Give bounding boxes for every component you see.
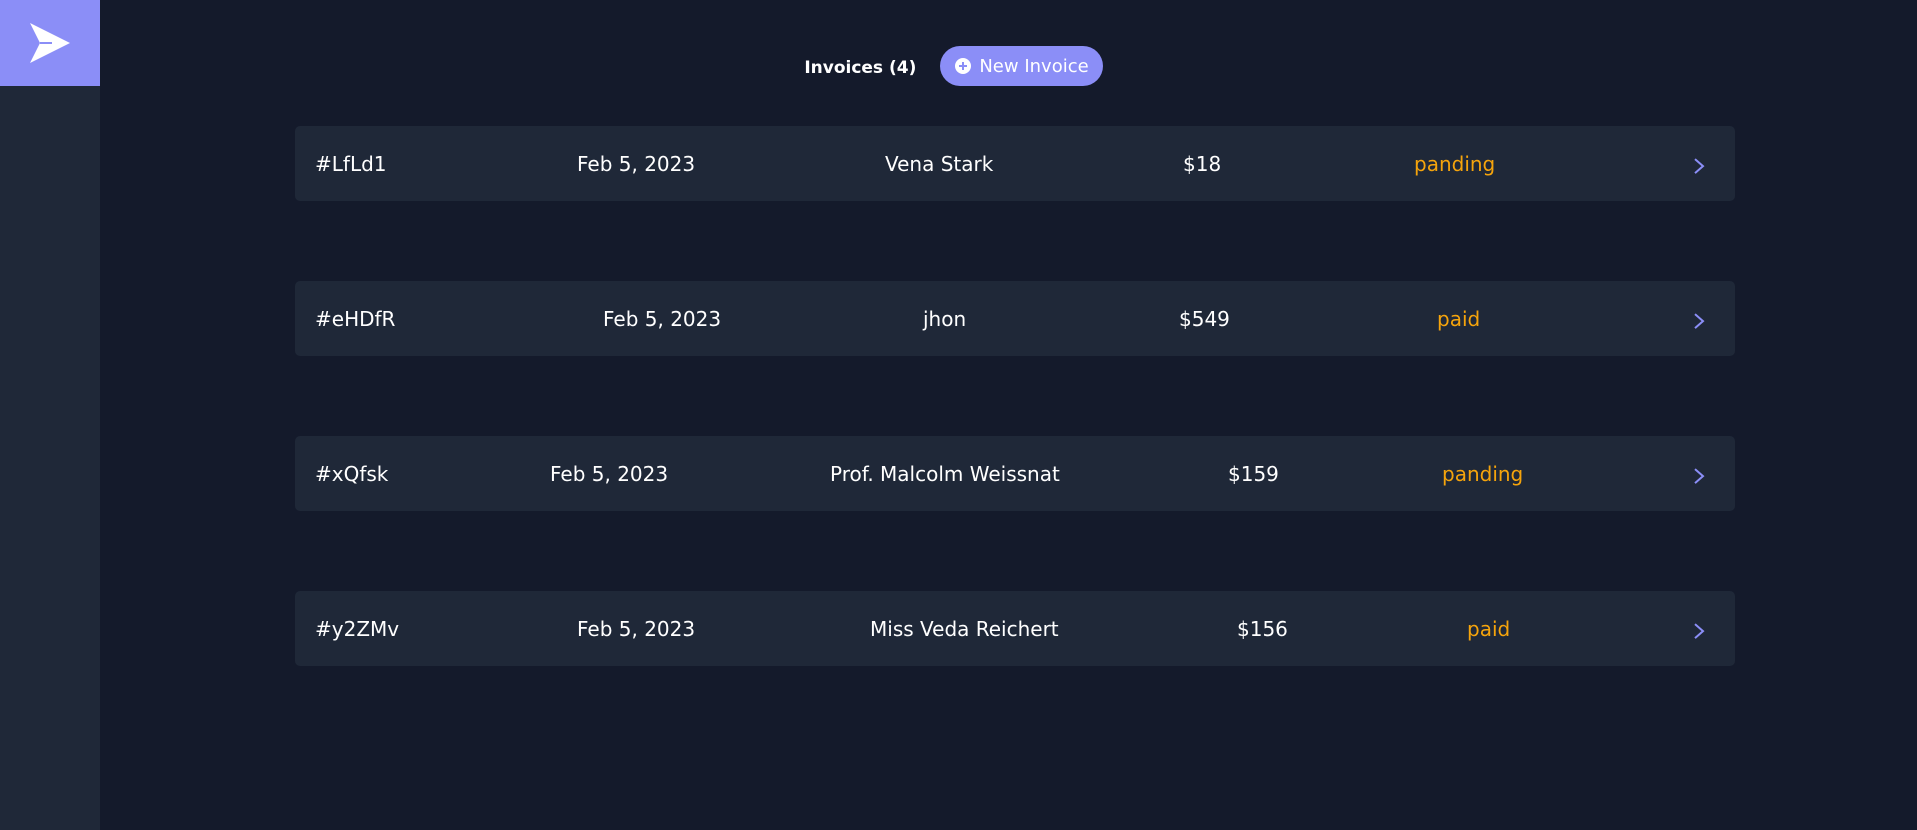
chevron-right-icon[interactable] [1693, 312, 1705, 330]
new-invoice-label: New Invoice [979, 55, 1089, 77]
invoice-amount: $159 [1228, 461, 1279, 486]
invoice-id: #LfLd1 [315, 151, 387, 176]
invoice-client: Vena Stark [885, 151, 994, 176]
invoice-date: Feb 5, 2023 [577, 151, 696, 176]
invoice-status: paid [1467, 616, 1511, 641]
plus-circle-icon [955, 58, 972, 74]
invoice-date: Feb 5, 2023 [577, 616, 696, 641]
invoice-row[interactable]: #LfLd1 Feb 5, 2023 Vena Stark $18 pandin… [295, 126, 1735, 201]
invoices-header: Invoices (4) New Invoice [100, 46, 1917, 86]
chevron-right-icon[interactable] [1693, 157, 1705, 175]
invoice-client: jhon [923, 306, 967, 331]
invoice-amount: $549 [1179, 306, 1230, 331]
invoice-status: panding [1442, 461, 1524, 486]
invoice-status: panding [1414, 151, 1496, 176]
invoice-list: #LfLd1 Feb 5, 2023 Vena Stark $18 pandin… [295, 126, 1735, 746]
invoice-date: Feb 5, 2023 [550, 461, 669, 486]
invoice-client: Prof. Malcolm Weissnat [830, 461, 1060, 486]
invoice-row[interactable]: #y2ZMv Feb 5, 2023 Miss Veda Reichert $1… [295, 591, 1735, 666]
invoice-amount: $156 [1237, 616, 1288, 641]
invoice-amount: $18 [1183, 151, 1222, 176]
invoice-row[interactable]: #xQfsk Feb 5, 2023 Prof. Malcolm Weissna… [295, 436, 1735, 511]
logo[interactable] [0, 0, 100, 86]
invoice-id: #eHDfR [315, 306, 396, 331]
invoice-id: #y2ZMv [315, 616, 400, 641]
invoice-row[interactable]: #eHDfR Feb 5, 2023 jhon $549 paid [295, 281, 1735, 356]
chevron-right-icon[interactable] [1693, 622, 1705, 640]
main-content: Invoices (4) New Invoice #LfLd1 Feb 5, 2… [100, 0, 1917, 830]
sidebar [0, 0, 100, 830]
invoice-date: Feb 5, 2023 [603, 306, 722, 331]
page-title: Invoices (4) [804, 58, 917, 78]
new-invoice-button[interactable]: New Invoice [940, 46, 1103, 86]
chevron-right-icon[interactable] [1693, 467, 1705, 485]
invoice-id: #xQfsk [315, 461, 389, 486]
paper-plane-icon [30, 23, 70, 63]
invoice-status: paid [1437, 306, 1481, 331]
invoice-client: Miss Veda Reichert [870, 616, 1059, 641]
